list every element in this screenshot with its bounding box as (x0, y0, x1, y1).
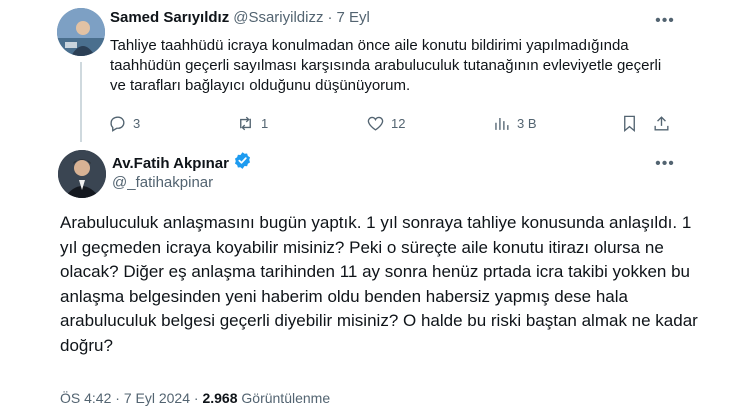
heart-icon (367, 116, 384, 131)
reply-handle[interactable]: @Ssariyildizz (233, 9, 323, 26)
ellipsis-icon: ••• (655, 155, 675, 172)
reply-avatar[interactable] (57, 8, 105, 56)
main-author-row: Av.Fatih Akpınar (112, 151, 252, 175)
main-author-name[interactable]: Av.Fatih Akpınar (112, 155, 229, 172)
views-total: 2.968 (202, 390, 238, 406)
main-tweet-text: Arabuluculuk anlaşmasını bugün yaptık. 1… (60, 213, 698, 355)
retweet-icon (240, 116, 251, 131)
reply-avatar-image (57, 8, 105, 56)
main-avatar-image (58, 150, 106, 198)
main-avatar[interactable] (58, 150, 106, 198)
views-label: Görüntülenme (241, 390, 331, 406)
verified-badge-icon (233, 151, 252, 175)
main-tweet-meta: ÖS 4:42 · 7 Eyl 2024 · 2.968 Görüntülenm… (60, 390, 330, 406)
meta-separator: · (115, 390, 120, 406)
bookmark-icon (624, 115, 635, 133)
like-button[interactable]: 12 (366, 114, 405, 133)
reply-header: Samed Sarıyıldız @Ssariyildizz · 7 Eyl (110, 9, 370, 26)
tweet-date[interactable]: 7 Eyl 2024 (124, 390, 190, 406)
retweet-button[interactable]: 1 (236, 114, 268, 133)
reply-author-name[interactable]: Samed Sarıyıldız (110, 9, 229, 26)
tweet-time[interactable]: ÖS 4:42 (60, 390, 111, 406)
meta-separator: · (193, 390, 199, 406)
share-icon (654, 116, 669, 131)
reply-text: Tahliye taahhüdü icraya konulmadan önce … (110, 37, 662, 94)
ellipsis-icon: ••• (655, 12, 675, 29)
reply-more-button[interactable]: ••• (654, 10, 676, 32)
bar-chart-icon (495, 117, 509, 130)
main-more-button[interactable]: ••• (654, 153, 676, 175)
reply-action-bar: 3 1 12 3 B (104, 114, 669, 138)
reply-separator: · (327, 9, 333, 26)
retweet-count: 1 (261, 116, 269, 131)
bookmark-button[interactable] (620, 114, 639, 133)
like-count: 12 (391, 116, 406, 131)
share-button[interactable] (652, 114, 671, 133)
main-handle[interactable]: @_fatihakpinar (112, 174, 213, 191)
reply-button[interactable]: 3 (108, 114, 140, 133)
views-button[interactable]: 3 B (492, 114, 537, 133)
reply-date[interactable]: 7 Eyl (336, 9, 369, 26)
views-count: 3 B (517, 116, 537, 131)
reply-count: 3 (133, 116, 141, 131)
thread-connector-line (80, 62, 82, 142)
reply-bubble-icon (110, 116, 125, 132)
